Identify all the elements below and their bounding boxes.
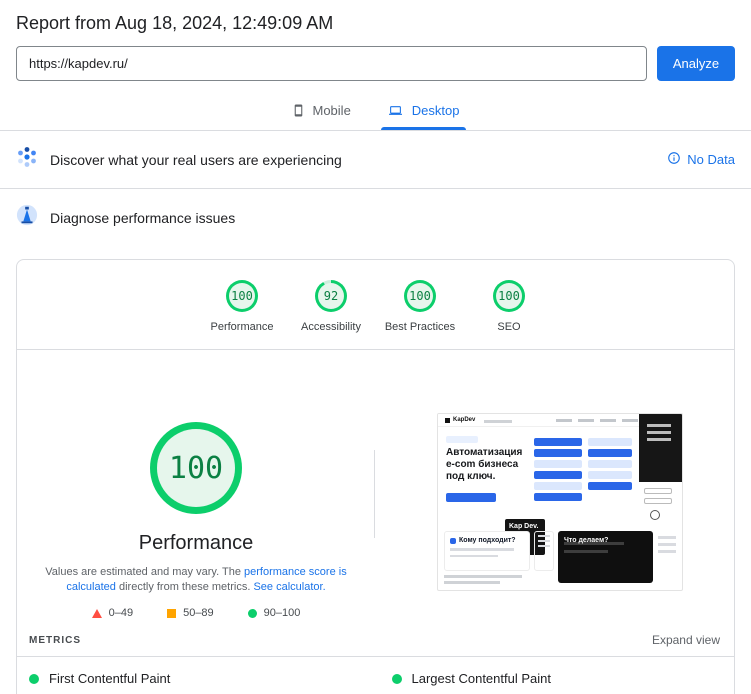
site-screenshot[interactable]: KapDev Автоматизация e-com бизнеса под к… bbox=[437, 413, 683, 591]
field-data-section: Discover what your real users are experi… bbox=[0, 131, 751, 189]
screenshot-footer-bars bbox=[444, 575, 522, 587]
screenshot-card-icon bbox=[450, 538, 456, 544]
screenshot-chip bbox=[446, 436, 478, 443]
score-seo[interactable]: 100 SEO bbox=[465, 280, 554, 333]
report-title: Report from Aug 18, 2024, 12:49:09 AM bbox=[0, 0, 751, 46]
legend-pass: 90–100 bbox=[248, 607, 301, 619]
see-calculator-link[interactable]: See calculator. bbox=[253, 581, 325, 593]
green-dot-icon bbox=[392, 674, 402, 684]
legend-average: 50–89 bbox=[167, 607, 214, 619]
screenshot-logo-mark bbox=[445, 418, 450, 423]
mobile-icon bbox=[292, 104, 305, 117]
tab-desktop[interactable]: Desktop bbox=[375, 95, 472, 130]
performance-score-gauge[interactable]: 100 bbox=[150, 422, 242, 514]
screenshot-nav-placeholder bbox=[556, 419, 638, 422]
screenshot-dark-banner bbox=[639, 414, 682, 482]
info-icon bbox=[667, 151, 681, 168]
metric-lcp-name: Largest Contentful Paint bbox=[412, 671, 551, 686]
performance-gauge-title: Performance bbox=[139, 532, 254, 555]
metric-fcp[interactable]: First Contentful Paint 0.3 s bbox=[29, 671, 348, 694]
screenshot-right-bars bbox=[658, 536, 676, 557]
performance-gauge: 100 bbox=[226, 280, 258, 312]
lighthouse-icon bbox=[16, 204, 38, 231]
screenshot-phone-placeholder bbox=[484, 420, 512, 423]
disclaimer-text-2: directly from these metrics. bbox=[116, 581, 254, 593]
legend-fail: 0–49 bbox=[92, 607, 133, 619]
no-data-label: No Data bbox=[687, 152, 735, 167]
screenshot-card-dark: Что делаем? bbox=[558, 531, 653, 583]
screenshot-column: KapDev Автоматизация e-com бизнеса под к… bbox=[437, 350, 683, 619]
screenshot-card-left: Кому подходит? bbox=[444, 531, 530, 571]
screenshot-headline: Автоматизация e-com бизнеса под ключ. bbox=[446, 447, 546, 483]
metrics-header: METRICS Expand view bbox=[17, 633, 734, 657]
crux-icon bbox=[16, 146, 38, 173]
screenshot-arrow-circle bbox=[650, 510, 660, 520]
tab-mobile-label: Mobile bbox=[313, 103, 351, 118]
performance-gauge-block: 100 Performance Values are estimated and… bbox=[17, 350, 375, 619]
seo-gauge: 100 bbox=[493, 280, 525, 312]
score-accessibility[interactable]: 92 Accessibility bbox=[287, 280, 376, 333]
lab-data-title: Diagnose performance issues bbox=[50, 210, 235, 226]
orange-square-icon bbox=[167, 609, 176, 618]
screenshot-cta-button bbox=[446, 493, 496, 502]
green-dot-icon bbox=[29, 674, 39, 684]
green-circle-icon bbox=[248, 609, 257, 618]
screenshot-mid-card bbox=[534, 531, 554, 571]
tab-desktop-label: Desktop bbox=[412, 103, 460, 118]
device-tabs: Mobile Desktop bbox=[0, 95, 751, 131]
score-disclaimer: Values are estimated and may vary. The p… bbox=[26, 565, 366, 595]
lighthouse-report-card: 100 Performance 92 Accessibility 100 Bes… bbox=[16, 259, 735, 694]
field-data-title: Discover what your real users are experi… bbox=[50, 152, 342, 168]
score-legend: 0–49 50–89 90–100 bbox=[92, 607, 301, 619]
metrics-grid: First Contentful Paint 0.3 s Largest Con… bbox=[17, 657, 734, 694]
metric-lcp[interactable]: Largest Contentful Paint 0.6 s bbox=[392, 671, 711, 694]
screenshot-button-column-b bbox=[588, 438, 632, 493]
desktop-icon bbox=[387, 104, 404, 117]
analyze-bar: Analyze bbox=[0, 46, 751, 81]
expand-view-button[interactable]: Expand view bbox=[652, 633, 720, 647]
red-triangle-icon bbox=[92, 609, 102, 618]
screenshot-button-column-a bbox=[534, 438, 582, 504]
accessibility-gauge: 92 bbox=[315, 280, 347, 312]
score-performance[interactable]: 100 Performance bbox=[198, 280, 287, 333]
disclaimer-text-1: Values are estimated and may vary. The bbox=[45, 566, 244, 578]
lab-data-section: Diagnose performance issues bbox=[0, 189, 751, 246]
url-input[interactable] bbox=[16, 46, 647, 81]
no-data-status[interactable]: No Data bbox=[667, 151, 735, 168]
screenshot-side-buttons bbox=[644, 488, 672, 508]
category-scores: 100 Performance 92 Accessibility 100 Bes… bbox=[17, 260, 734, 350]
screenshot-logo-text: KapDev bbox=[453, 417, 475, 423]
best-practices-gauge: 100 bbox=[404, 280, 436, 312]
score-best-practices[interactable]: 100 Best Practices bbox=[376, 280, 465, 333]
metric-fcp-name: First Contentful Paint bbox=[49, 671, 170, 686]
analyze-button[interactable]: Analyze bbox=[657, 46, 735, 81]
tab-mobile[interactable]: Mobile bbox=[280, 95, 363, 130]
metrics-label: METRICS bbox=[29, 635, 81, 646]
performance-summary: 100 Performance Values are estimated and… bbox=[17, 350, 734, 619]
